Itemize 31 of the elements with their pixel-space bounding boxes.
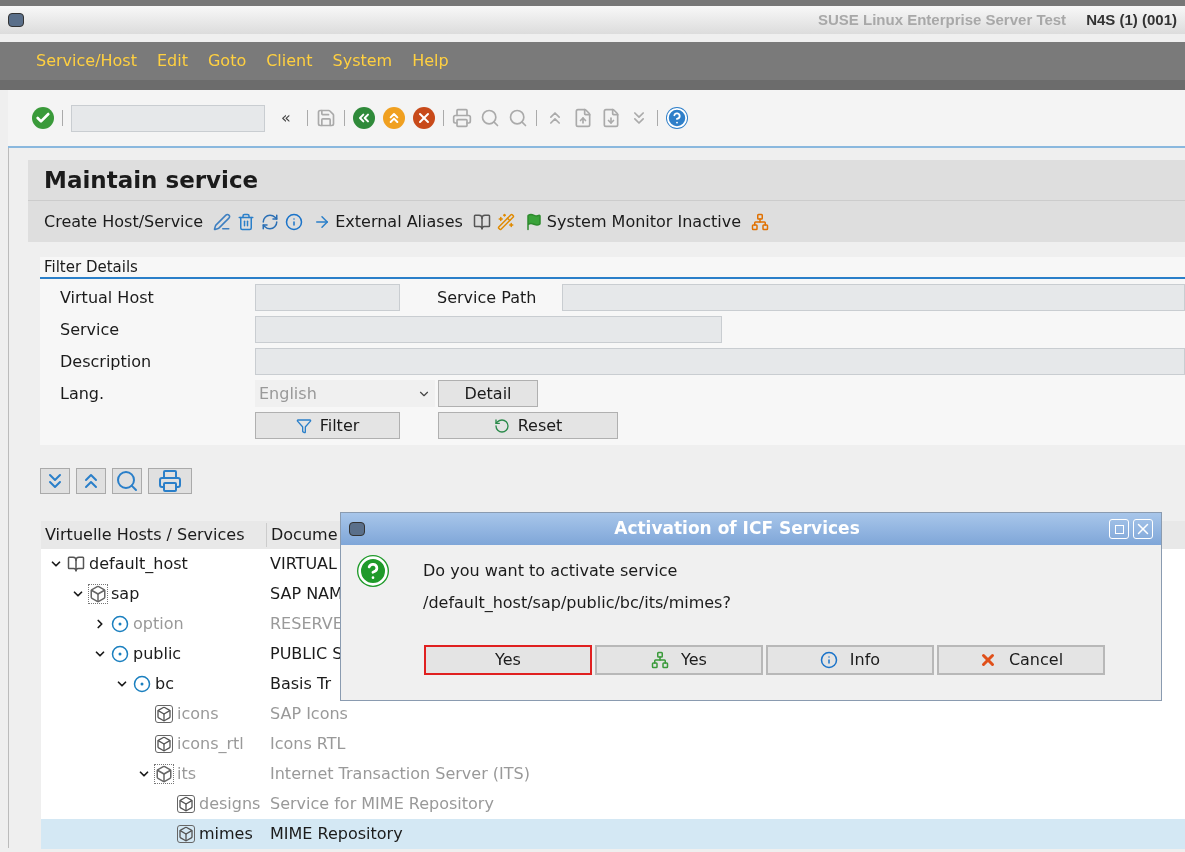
node-description: RESERVE	[269, 613, 344, 635]
dialog-title: Activation of ICF Services	[613, 517, 861, 541]
system-info-faded: SUSE Linux Enterprise Server Test	[817, 9, 1067, 30]
node-description: VIRTUAL	[269, 553, 338, 575]
field-label: Description	[59, 350, 153, 373]
field-label: Service Path	[436, 286, 538, 309]
node-name: default_host	[89, 553, 188, 575]
system-info: N4S (1) (001)	[1086, 9, 1177, 30]
field-label: Virtual Host	[59, 286, 155, 309]
screen-title: Maintain service	[44, 165, 259, 195]
node-name: icons_rtl	[177, 733, 244, 755]
column-header: Virtuelle Hosts / Services	[44, 524, 246, 546]
group-title: Filter Details	[44, 256, 138, 278]
node-name: option	[133, 613, 184, 635]
node-description: MIME Repository	[269, 823, 404, 845]
node-name: public	[133, 643, 182, 665]
field-label: Lang.	[59, 382, 106, 405]
dialog-message: Do you want to activate service	[423, 560, 679, 582]
node-name: mimes	[199, 823, 253, 845]
node-description: SAP Icons	[269, 703, 349, 725]
node-description: Basis Tr	[269, 673, 332, 695]
node-name: its	[177, 763, 197, 785]
node-description: Icons RTL	[269, 733, 347, 755]
node-description: Service for MIME Repository	[269, 793, 495, 815]
node-name: bc	[155, 673, 174, 695]
service-path: /default_host/sap/public/bc/its/mimes?	[423, 592, 731, 614]
node-name: sap	[111, 583, 140, 605]
node-description: Internet Transaction Server (ITS)	[269, 763, 531, 785]
node-name: icons	[177, 703, 219, 725]
field-label: Service	[59, 318, 121, 341]
node-name: designs	[199, 793, 261, 815]
